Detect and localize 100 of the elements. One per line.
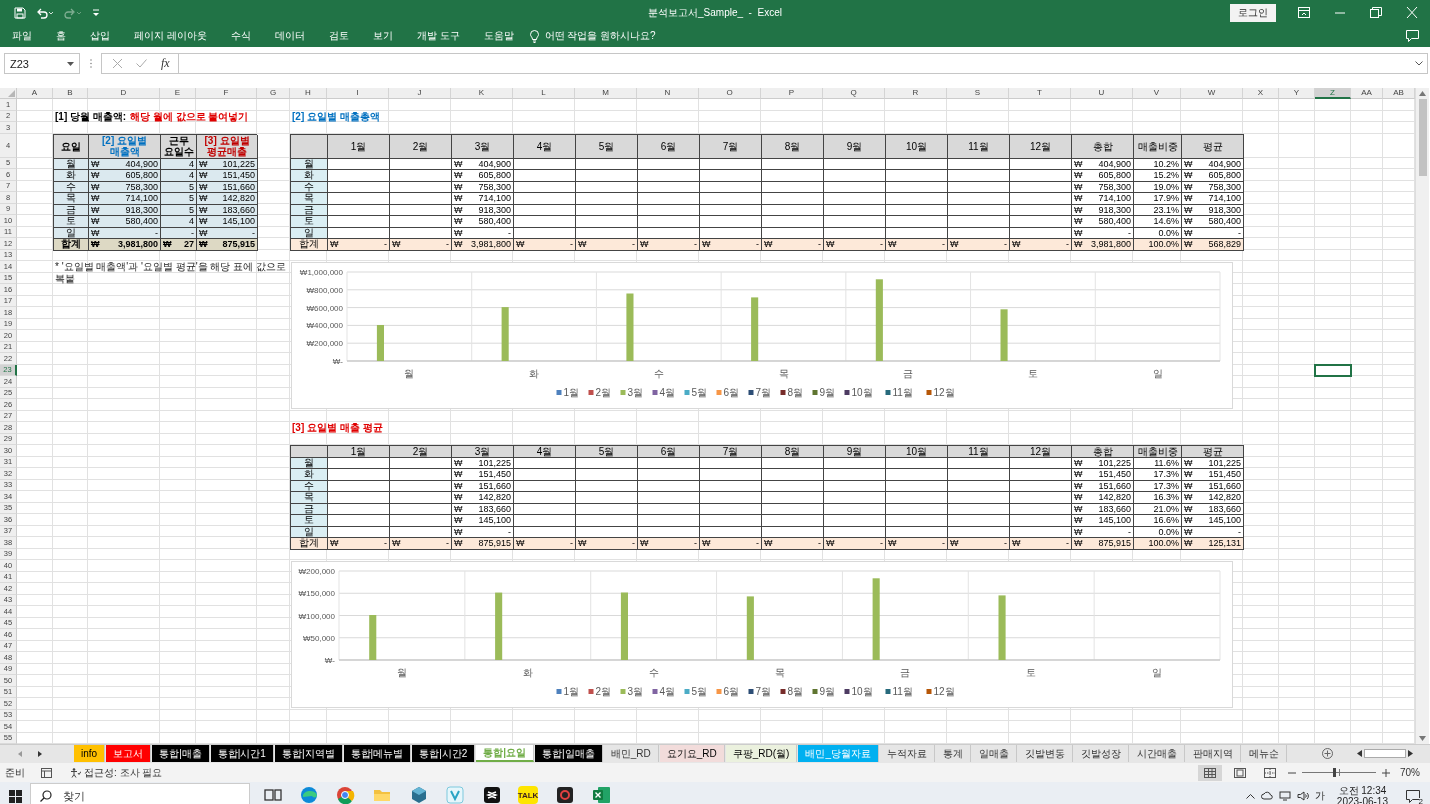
scroll-left-icon[interactable] (1357, 750, 1362, 757)
column-header[interactable]: J (389, 88, 451, 99)
column-header[interactable]: G (257, 88, 290, 99)
table-cell: ₩ 142,820 (197, 193, 258, 205)
ribbon-tab[interactable]: 파일 (0, 29, 44, 43)
sheet-tab[interactable]: 쿠팡_RD(월) (725, 745, 798, 762)
cell-cursor[interactable] (1314, 363, 1352, 377)
close-icon[interactable] (1406, 7, 1418, 18)
caret-icon[interactable] (67, 61, 74, 66)
start-icon[interactable] (8, 789, 22, 803)
sheet-tab[interactable]: 통합|지역별 (274, 745, 343, 762)
column-header[interactable]: U (1071, 88, 1133, 99)
column-header[interactable]: S (947, 88, 1009, 99)
vertical-scrollbar[interactable] (1415, 88, 1429, 744)
sheet-tab[interactable]: 깃발변동 (1018, 745, 1073, 762)
sheet-tab[interactable]: 누적자료 (880, 745, 935, 762)
notification-button[interactable]: 2 (1402, 786, 1424, 804)
column-header: 1월 (328, 446, 390, 458)
scrollbar-thumb[interactable] (1364, 749, 1406, 758)
formula-input[interactable] (177, 53, 1428, 74)
ribbon-tab[interactable]: 보기 (360, 29, 405, 43)
ribbon-tab[interactable]: 홈 (44, 29, 78, 43)
legend-swatch (684, 390, 690, 395)
ribbon-display-icon[interactable] (1298, 7, 1310, 18)
column-header[interactable]: A (17, 88, 53, 99)
sheet-tab[interactable]: 깃발성장 (1074, 745, 1129, 762)
name-box[interactable]: Z23 (4, 53, 80, 74)
column-header[interactable]: N (637, 88, 699, 99)
undo-icon[interactable] (36, 6, 54, 19)
save-icon[interactable] (14, 6, 26, 19)
sheet-tab[interactable]: 시간매출 (1130, 745, 1185, 762)
column-header[interactable]: Z (1315, 88, 1351, 99)
ribbon-tab[interactable]: 도움말 (471, 29, 526, 43)
column-header[interactable]: K (451, 88, 513, 99)
sheet-tab[interactable]: 통계 (936, 745, 971, 762)
column-header[interactable]: O (699, 88, 761, 99)
sheet-tab[interactable]: 요기요_RD (659, 745, 725, 762)
chevron-up-icon[interactable] (1245, 793, 1255, 799)
column-header[interactable]: V (1133, 88, 1181, 99)
column-header[interactable]: Q (823, 88, 885, 99)
legend-swatch (812, 390, 818, 395)
horizontal-scrollbar[interactable] (1357, 749, 1413, 758)
column-header[interactable]: D (88, 88, 160, 99)
scroll-down-icon[interactable] (1419, 736, 1426, 741)
scroll-up-icon[interactable] (1419, 91, 1426, 96)
sheet-tab[interactable]: 통합|시간1 (210, 745, 274, 762)
column-header[interactable]: Y (1279, 88, 1315, 99)
scroll-right-icon[interactable] (38, 750, 42, 757)
comment-icon[interactable] (1406, 30, 1419, 42)
sheet-tab[interactable]: 일매출 (972, 745, 1017, 762)
normal-view-icon[interactable] (1198, 764, 1222, 781)
sheet-tab[interactable]: 통합|일매출 (535, 745, 603, 762)
table-cell (328, 193, 390, 205)
speaker-icon[interactable] (1296, 791, 1309, 801)
ribbon-tab[interactable]: 개발 도구 (404, 29, 472, 43)
insert-function-button[interactable]: fx (161, 56, 170, 71)
sheet-tab[interactable]: 메뉴순 (1242, 745, 1287, 762)
column-header[interactable]: X (1243, 88, 1279, 99)
column-header[interactable]: E (160, 88, 196, 99)
sheet-tab[interactable]: 통합|시간2 (412, 745, 476, 762)
restore-icon[interactable] (1370, 7, 1382, 18)
zoom-slider[interactable] (1302, 768, 1376, 777)
column-header[interactable]: F (196, 88, 257, 99)
input-method-indicator[interactable]: 가 (1314, 789, 1325, 803)
ribbon-tab[interactable]: 삽입 (78, 29, 122, 43)
scroll-right-icon[interactable] (1408, 750, 1413, 757)
check-icon[interactable] (136, 59, 147, 68)
ribbon-tab[interactable]: 페이지 레이아웃 (122, 29, 219, 43)
cloud-icon[interactable] (1260, 791, 1273, 801)
scrollbar-thumb[interactable] (1418, 99, 1427, 176)
ribbon-tab[interactable]: 데이터 (262, 29, 317, 43)
search-field[interactable]: 찾기 (30, 783, 250, 804)
column-header[interactable]: L (513, 88, 575, 99)
ribbon-tab[interactable]: 수식 (218, 29, 263, 43)
login-button[interactable]: 로그인 (1230, 3, 1276, 22)
zoom-level[interactable]: 70% (1400, 767, 1420, 778)
column-header[interactable]: W (1181, 88, 1243, 99)
column-header[interactable]: B (53, 88, 88, 99)
column-header[interactable]: H (290, 88, 327, 99)
add-sheet-icon[interactable] (1322, 748, 1333, 759)
sheet-tab[interactable]: 통합|매출 (152, 745, 210, 762)
accessibility-button[interactable]: 접근성: 조사 필요 (70, 765, 163, 780)
column-header[interactable]: M (575, 88, 637, 99)
column-header[interactable]: R (885, 88, 947, 99)
customize-icon[interactable] (92, 7, 100, 18)
column-header[interactable]: P (761, 88, 823, 99)
macro-record-icon[interactable] (41, 767, 52, 778)
ribbon-tab[interactable]: 검토 (316, 29, 361, 43)
tell-me-field[interactable]: 어떤 작업을 원하시나요? (544, 29, 656, 43)
column-header: 평균 (1182, 134, 1244, 159)
sheet-tab[interactable]: 통합|메뉴별 (343, 745, 412, 762)
sheet-tab[interactable]: 배민_RD (603, 745, 659, 762)
sheet-tab[interactable]: 보고서 (106, 745, 152, 762)
column-header[interactable]: T (1009, 88, 1071, 99)
network-icon[interactable] (1278, 791, 1291, 801)
sheet-tab[interactable]: info (74, 745, 106, 762)
zoom-in-icon[interactable] (1382, 768, 1390, 777)
expand-icon[interactable] (1415, 61, 1423, 66)
column-header[interactable]: I (327, 88, 389, 99)
sheet-tab[interactable]: 판매지역 (1186, 745, 1241, 762)
